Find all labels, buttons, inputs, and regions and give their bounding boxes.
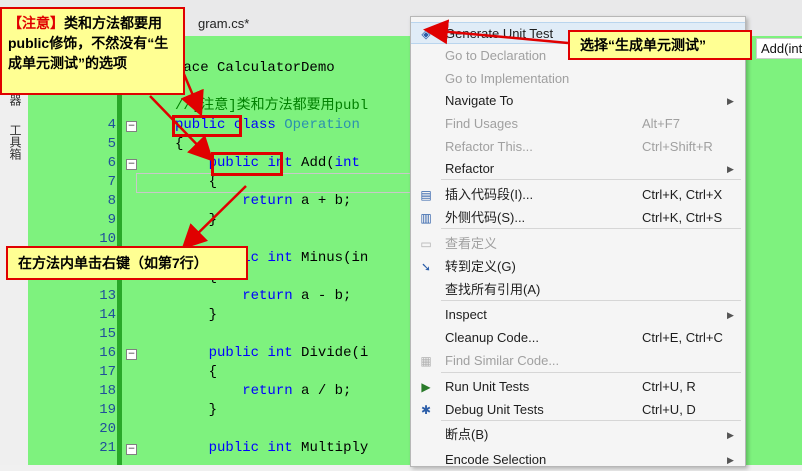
note-prefix: 【注意】: [8, 15, 64, 31]
arrow-to-method: [149, 95, 214, 162]
generate-hint-callout: 选择“生成单元测试”: [568, 30, 752, 60]
public-note-callout: 【注意】类和方法都要用public修饰，不然没有“生成单元测试”的选项: [0, 7, 185, 95]
arrow-to-generate: [423, 19, 569, 45]
arrow-to-line7: [181, 185, 247, 250]
generate-hint-text: 选择“生成单元测试”: [580, 37, 706, 53]
right-click-hint-text: 在方法内单击右键（如第7行）: [18, 255, 208, 271]
right-click-hint-callout: 在方法内单击右键（如第7行）: [6, 246, 248, 280]
